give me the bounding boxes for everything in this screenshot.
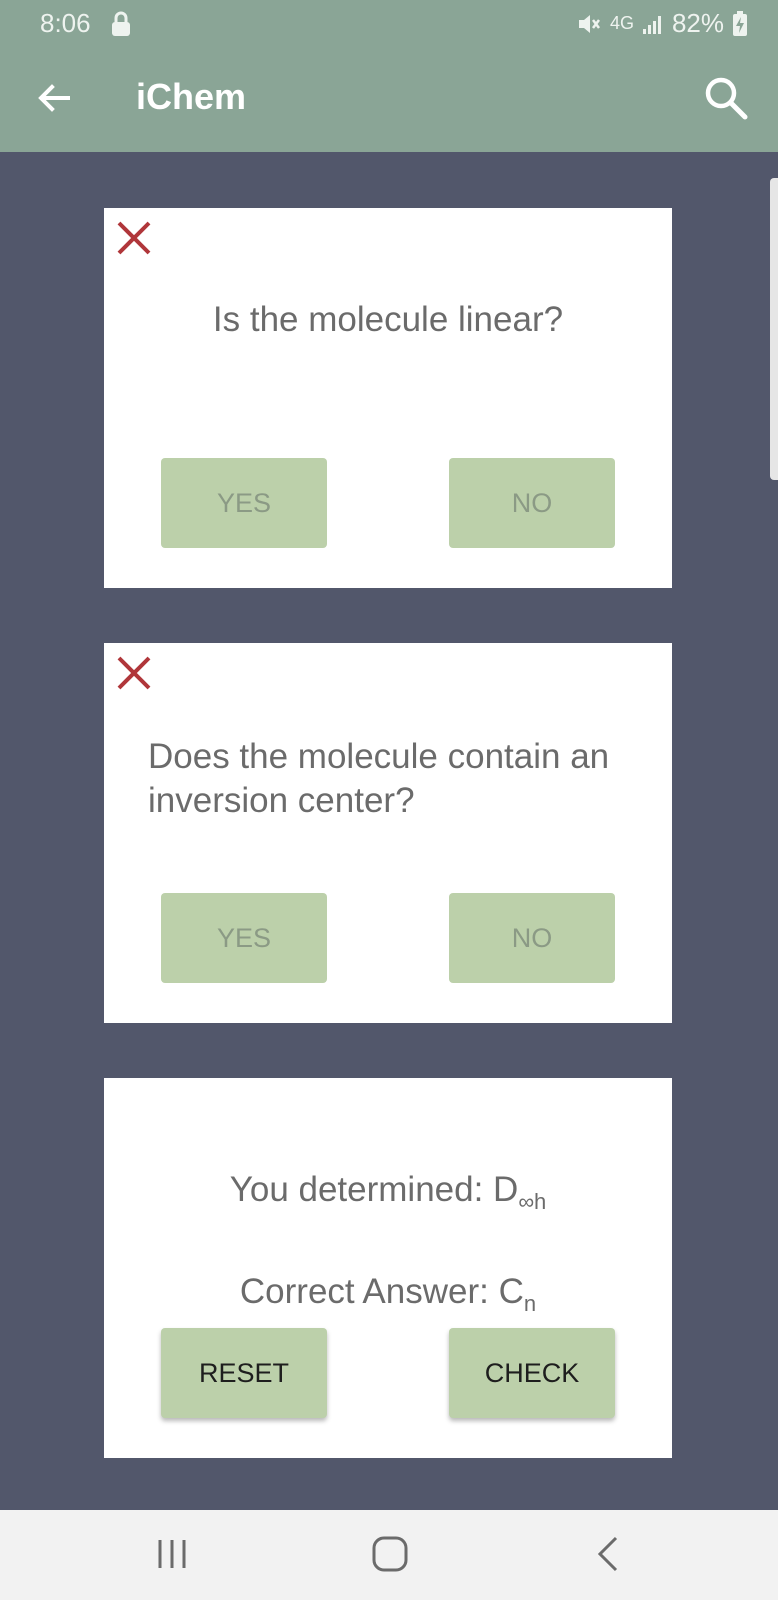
close-icon[interactable] [114,218,154,258]
recent-apps-icon[interactable] [154,1534,190,1574]
question-card-inversion: Does the molecule contain an inversion c… [104,643,672,1023]
result-card: You determined: D∞h Correct Answer: Cn R… [104,1078,672,1458]
network-type: 4G [609,13,634,33]
status-time: 8:06 [40,8,91,38]
app-bar: iChem [0,48,778,152]
app-title: iChem [136,76,247,117]
no-button[interactable]: NO [449,458,615,548]
close-icon[interactable] [114,653,154,693]
determined-answer: You determined: D∞h [104,1170,672,1215]
status-right: 4G 82% [576,8,748,39]
correct-subscript: n [523,1291,537,1316]
yes-button[interactable]: YES [161,893,327,983]
back-icon[interactable] [592,1532,624,1576]
status-bar: 8:06 4G 82% [0,0,778,48]
question-card-linear: Is the molecule linear? YES NO [104,208,672,588]
battery-percent: 82% [671,8,724,38]
check-button[interactable]: CHECK [449,1328,615,1418]
signal-icon [642,15,661,34]
mute-icon [578,14,600,33]
yes-button[interactable]: YES [161,458,327,548]
reset-button[interactable]: RESET [161,1328,327,1418]
back-arrow-icon[interactable] [32,76,76,120]
correct-label: Correct Answer: C [239,1272,524,1311]
battery-charging-icon [733,10,747,36]
navigation-bar [0,1510,778,1600]
determined-label: You determined: D [229,1170,519,1209]
question-text: Is the molecule linear? [212,300,564,339]
home-icon[interactable] [368,1532,412,1576]
search-icon[interactable] [702,74,750,122]
question-text: Does the molecule contain an inversion c… [148,737,610,820]
no-button[interactable]: NO [449,893,615,983]
lock-icon [112,11,130,36]
correct-answer: Correct Answer: Cn [104,1272,672,1317]
determined-subscript: ∞h [518,1189,547,1214]
scrollbar-thumb[interactable] [770,178,778,480]
